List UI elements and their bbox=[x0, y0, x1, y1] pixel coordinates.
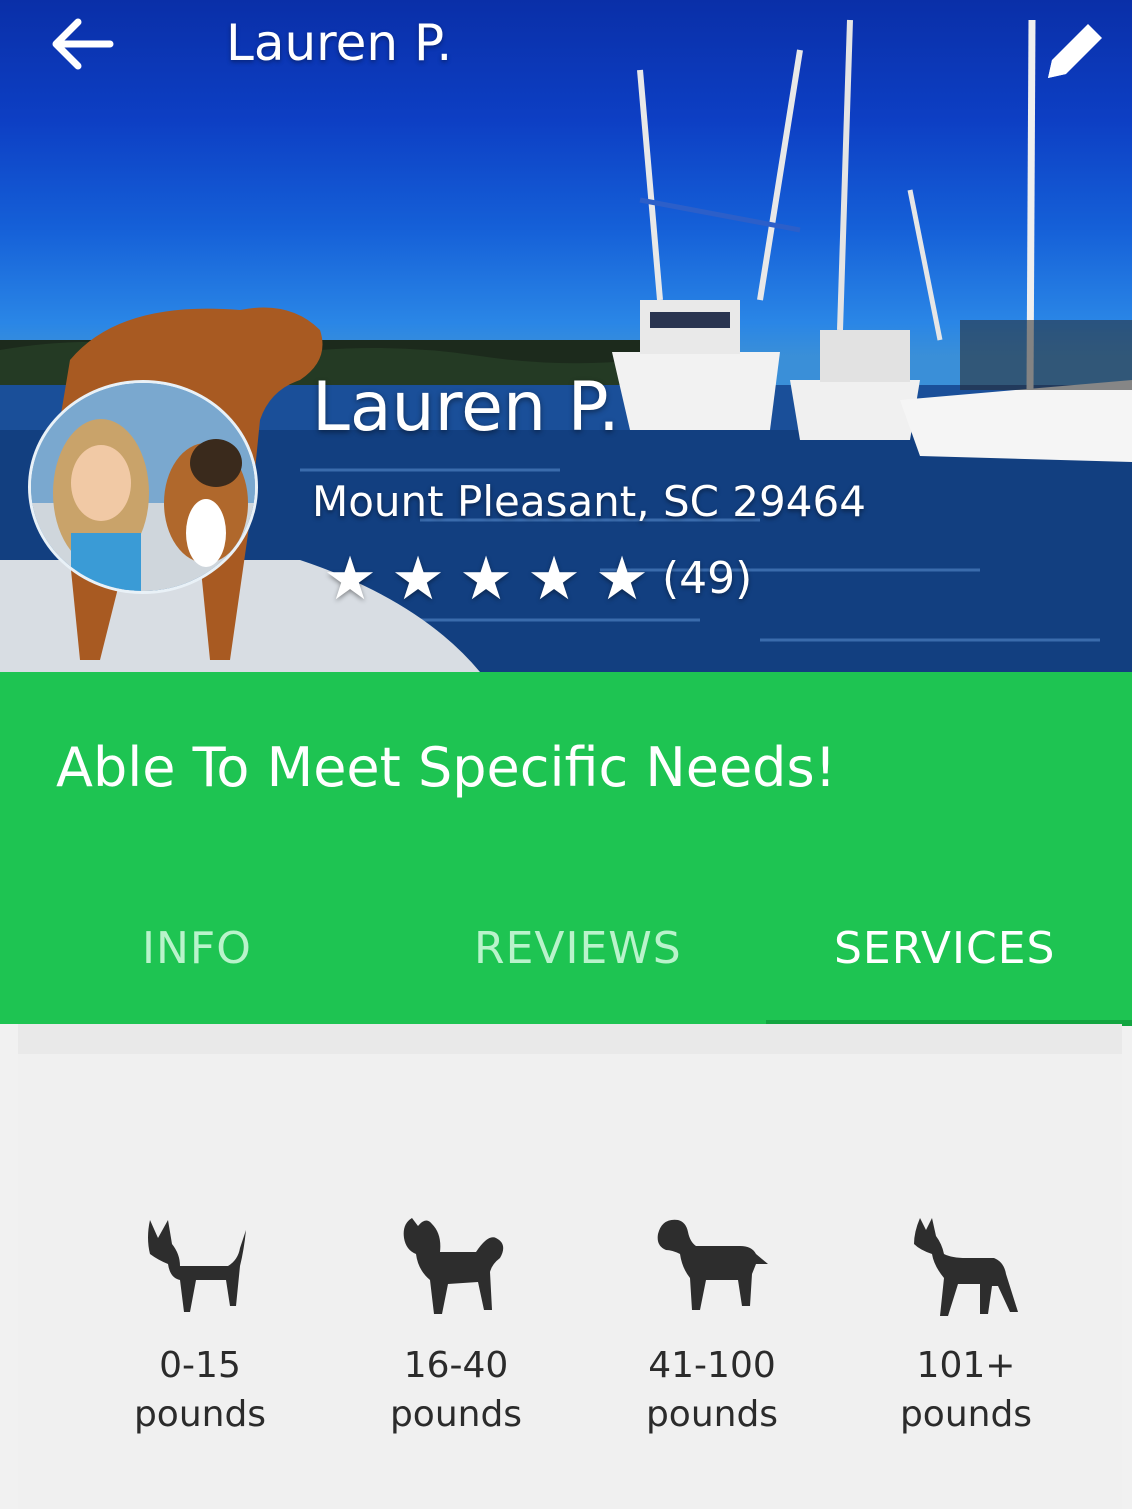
toolbar-title: Lauren P. bbox=[226, 14, 453, 72]
dog-size-range: 101+ bbox=[916, 1345, 1016, 1386]
dog-size-unit: pounds bbox=[645, 1394, 779, 1435]
tagline-banner: Able To Meet Specific Needs! INFO REVIEW… bbox=[0, 672, 1132, 1026]
dog-size-unit: pounds bbox=[899, 1394, 1033, 1435]
star-icon: ★ bbox=[459, 544, 513, 614]
dog-size-giant[interactable]: 101+ pounds bbox=[856, 1214, 1076, 1454]
star-icon: ★ bbox=[527, 544, 581, 614]
dog-size-unit: pounds bbox=[389, 1394, 523, 1435]
tagline: Able To Meet Specific Needs! bbox=[56, 736, 837, 799]
toolbar: Lauren P. bbox=[0, 0, 1132, 96]
avatar[interactable] bbox=[28, 380, 258, 594]
star-icon: ★ bbox=[323, 544, 377, 614]
giant-dog-icon bbox=[914, 1218, 1018, 1316]
star-icon: ★ bbox=[391, 544, 445, 614]
edit-button[interactable] bbox=[1036, 14, 1112, 90]
tab-reviews[interactable]: REVIEWS bbox=[474, 914, 682, 984]
pencil-icon bbox=[1048, 24, 1102, 78]
profile-screen: Lauren P. Lauren P. Mount Pleasant, SC 2… bbox=[0, 0, 1132, 1509]
profile-location: Mount Pleasant, SC 29464 bbox=[312, 477, 866, 526]
dog-size-list: 0-15 pounds 16-40 pounds 41-100 pounds 1… bbox=[18, 1214, 1122, 1454]
dog-size-large[interactable]: 41-100 pounds bbox=[602, 1214, 822, 1454]
dog-size-small[interactable]: 0-15 pounds bbox=[90, 1214, 310, 1454]
review-count: (49) bbox=[662, 553, 753, 604]
dog-size-range: 41-100 bbox=[648, 1345, 776, 1386]
dog-size-range: 16-40 bbox=[403, 1345, 509, 1386]
large-dog-icon bbox=[657, 1219, 768, 1310]
back-button[interactable] bbox=[48, 12, 118, 76]
star-icon: ★ bbox=[595, 544, 649, 614]
tab-bar: INFO REVIEWS SERVICES bbox=[0, 884, 1132, 1026]
dog-size-medium[interactable]: 16-40 pounds bbox=[346, 1214, 566, 1454]
tab-info[interactable]: INFO bbox=[142, 914, 252, 984]
medium-dog-icon bbox=[403, 1218, 504, 1314]
profile-name: Lauren P. bbox=[312, 368, 620, 447]
services-panel: 0-15 pounds 16-40 pounds 41-100 pounds 1… bbox=[18, 1024, 1122, 1509]
rating[interactable]: ★ ★ ★ ★ ★ (49) bbox=[316, 544, 752, 614]
dog-size-range: 0-15 bbox=[159, 1345, 241, 1386]
dog-size-unit: pounds bbox=[133, 1394, 267, 1435]
avatar-photo bbox=[31, 383, 255, 591]
small-dog-icon bbox=[148, 1220, 246, 1312]
arrow-left-icon bbox=[52, 18, 114, 70]
hero-cover: Lauren P. Lauren P. Mount Pleasant, SC 2… bbox=[0, 0, 1132, 672]
tab-services[interactable]: SERVICES bbox=[834, 914, 1055, 984]
